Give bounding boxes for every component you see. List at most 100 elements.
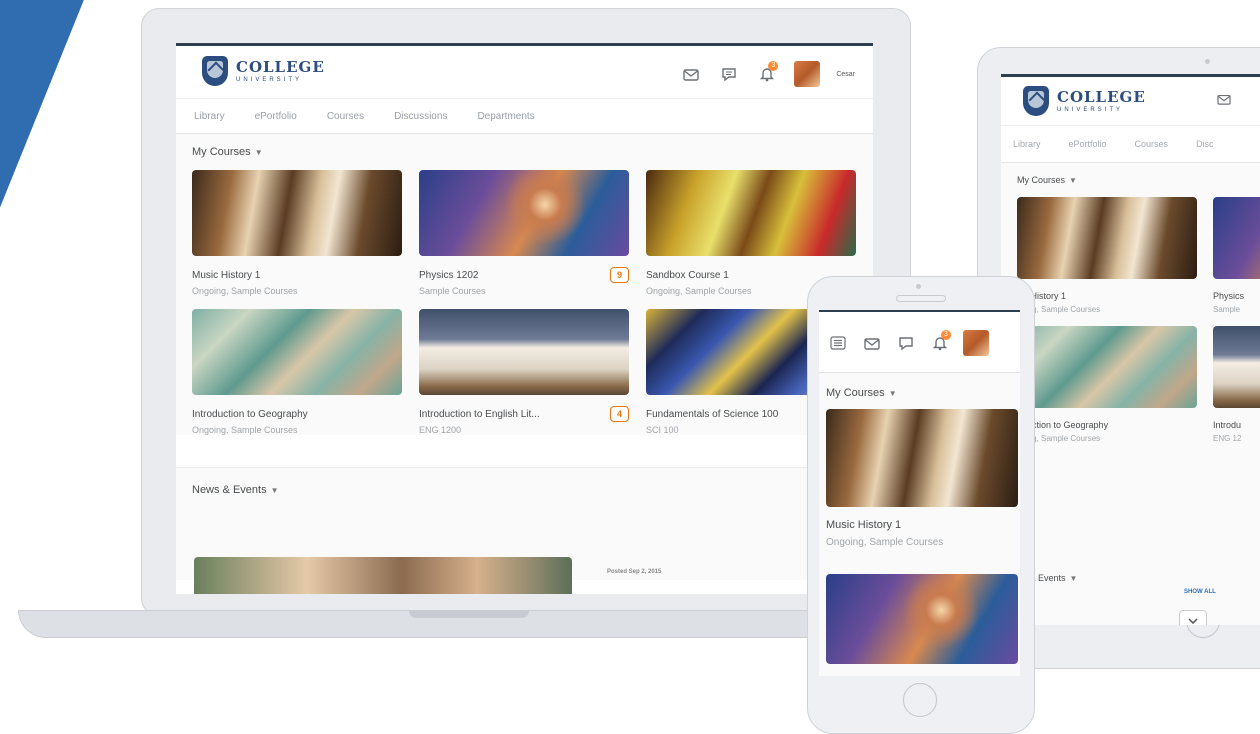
header-icons: 3 Cesar <box>680 61 855 87</box>
news-events-dropdown[interactable]: News & Events ▼ <box>192 484 857 496</box>
nav-item-courses[interactable]: Courses <box>327 111 364 122</box>
course-title: Introdu <box>1213 420 1242 430</box>
course-card[interactable]: Physics Sample <box>1213 197 1260 314</box>
chat-icon[interactable] <box>895 332 917 354</box>
nav-item-eportfolio[interactable]: ePortfolio <box>1069 139 1107 149</box>
nav-item-eportfolio[interactable]: ePortfolio <box>255 111 297 122</box>
phone-my-courses-section: My Courses ▼ Music History 1 Ongoing, Sam… <box>819 373 1020 676</box>
course-card[interactable]: oduction to Geography going, Sample Cour… <box>1017 326 1197 443</box>
phone-app-header: 3 <box>819 312 1020 373</box>
logo-subtitle: UNIVERSITY <box>1057 106 1124 113</box>
course-subtitle: going, Sample Courses <box>1017 305 1101 314</box>
notification-badge: 3 <box>941 330 951 340</box>
caret-down-icon: ▼ <box>888 389 897 398</box>
course-title: Physics 1202 <box>419 270 479 281</box>
my-courses-title: My Courses <box>192 146 251 158</box>
tablet-my-courses-section: My Courses ▼ sic History 1 going, Sample … <box>1001 163 1260 625</box>
shield-icon <box>202 56 228 86</box>
course-card[interactable]: sic History 1 going, Sample Courses <box>1017 197 1197 314</box>
chevron-down-icon <box>1188 618 1198 624</box>
course-card[interactable]: Introduction to English Lit... ENG 1200 … <box>419 309 629 435</box>
my-courses-title: My Courses <box>826 387 885 399</box>
course-title: Introduction to English Lit... <box>419 409 540 420</box>
course-count-badge: 9 <box>609 267 629 283</box>
course-subtitle: Sample <box>1213 305 1241 314</box>
course-subtitle: going, Sample Courses <box>1017 434 1101 443</box>
main-nav: Library ePortfolio Courses Discussions D… <box>176 98 873 134</box>
course-card[interactable]: Introdu ENG 12 <box>1213 326 1260 443</box>
chat-icon[interactable] <box>718 63 740 85</box>
my-courses-section: My Courses ▼ Music History 1 Ongoing, Sam… <box>176 134 873 435</box>
tablet-camera <box>1205 59 1210 64</box>
course-title: Music History 1 <box>826 519 902 531</box>
avatar[interactable] <box>794 61 821 87</box>
my-courses-dropdown[interactable]: My Courses ▼ <box>192 146 857 158</box>
phone-camera <box>916 284 921 289</box>
user-name[interactable]: Cesar <box>836 71 855 78</box>
caret-down-icon: ▼ <box>1069 176 1077 185</box>
course-image <box>192 170 402 256</box>
tablet-app-header: COLLEGE UNIVERSITY <box>1001 77 1260 125</box>
mail-icon[interactable] <box>861 332 883 354</box>
nav-item-courses[interactable]: Courses <box>1135 139 1169 149</box>
course-subtitle: Ongoing, Sample Courses <box>192 425 298 435</box>
decorative-blue-stripe <box>0 0 100 340</box>
course-card[interactable]: Introduction to Geography Ongoing, Sampl… <box>192 309 402 435</box>
nav-item-library[interactable]: Library <box>194 111 225 122</box>
tablet-nav: Library ePortfolio Courses Disc <box>1001 125 1260 163</box>
nav-item-departments[interactable]: Departments <box>477 111 534 122</box>
logo-name: COLLEGE <box>1057 87 1146 106</box>
hamburger-menu-icon[interactable] <box>827 332 849 354</box>
course-image[interactable] <box>826 574 1018 664</box>
expand-button[interactable] <box>1179 610 1207 625</box>
phone-speaker <box>896 295 946 302</box>
college-logo[interactable]: COLLEGE UNIVERSITY <box>1023 86 1146 116</box>
nav-item-discussions[interactable]: Disc <box>1196 139 1214 149</box>
course-image <box>646 170 856 256</box>
nav-item-library[interactable]: Library <box>1013 139 1041 149</box>
course-image <box>192 309 402 395</box>
course-card[interactable]: Music History 1 Ongoing, Sample Courses <box>192 170 402 296</box>
college-logo[interactable]: COLLEGE UNIVERSITY <box>202 56 325 86</box>
news-posted-date: Posted Sep 2, 2015 <box>607 569 662 575</box>
shield-icon <box>1023 86 1049 116</box>
mail-icon[interactable] <box>1217 93 1231 105</box>
course-title: oduction to Geography <box>1017 420 1109 430</box>
mail-icon[interactable] <box>680 63 702 85</box>
nav-item-discussions[interactable]: Discussions <box>394 111 447 122</box>
my-courses-dropdown[interactable]: My Courses ▼ <box>826 387 1013 399</box>
app-header: COLLEGE UNIVERSITY 3 Cesar <box>176 46 873 98</box>
laptop-base <box>18 610 920 638</box>
course-image <box>1213 326 1260 408</box>
notification-bell-icon[interactable]: 3 <box>756 61 779 85</box>
course-subtitle: Ongoing, Sample Courses <box>826 537 944 548</box>
caret-down-icon: ▼ <box>254 148 263 157</box>
logo-subtitle: UNIVERSITY <box>236 76 303 83</box>
course-image <box>419 309 629 395</box>
tablet-course-grid: sic History 1 going, Sample Courses Phys… <box>1017 197 1260 443</box>
course-image <box>826 409 1018 507</box>
course-image <box>1017 326 1197 408</box>
course-subtitle: ENG 12 <box>1213 434 1242 443</box>
laptop-screen: COLLEGE UNIVERSITY 3 Cesar Library ePort… <box>176 43 873 594</box>
course-subtitle: ENG 1200 <box>419 425 462 435</box>
tablet-screen: COLLEGE UNIVERSITY Library ePortfolio Co… <box>1001 74 1260 625</box>
course-image <box>419 170 629 256</box>
news-events-title: News & Events <box>192 484 267 496</box>
course-title: Introduction to Geography <box>192 409 308 420</box>
course-image <box>1017 197 1197 279</box>
news-image[interactable] <box>194 557 572 594</box>
show-all-link[interactable]: SHOW ALL <box>1184 589 1216 595</box>
course-subtitle: Sample Courses <box>419 286 486 296</box>
course-title: Physics <box>1213 291 1245 301</box>
course-card[interactable]: Physics 1202 Sample Courses 9 <box>419 170 629 296</box>
notification-badge: 3 <box>768 61 779 71</box>
phone-home-button <box>903 683 937 717</box>
avatar[interactable] <box>963 330 989 356</box>
caret-down-icon: ▼ <box>270 486 279 495</box>
course-count-badge: 4 <box>609 406 629 422</box>
notification-bell-icon[interactable]: 3 <box>929 330 951 354</box>
logo-name: COLLEGE <box>236 57 325 76</box>
my-courses-dropdown[interactable]: My Courses ▼ <box>1017 175 1260 185</box>
course-card[interactable]: Music History 1 Ongoing, Sample Courses <box>826 409 1018 548</box>
